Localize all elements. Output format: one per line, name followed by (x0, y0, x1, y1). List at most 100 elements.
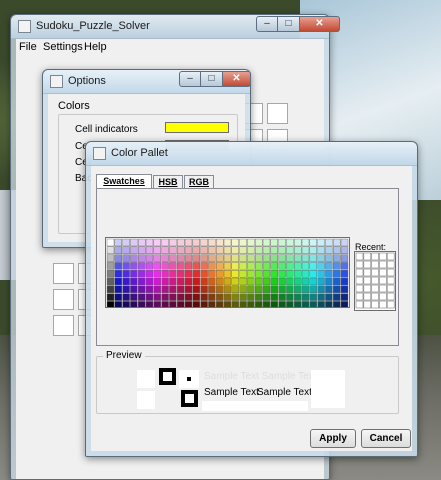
swatch-cell[interactable] (340, 293, 349, 301)
swatch-cell[interactable] (138, 238, 146, 247)
swatch-cell[interactable] (254, 285, 263, 293)
swatch-cell[interactable] (340, 238, 349, 247)
swatch-cell[interactable] (176, 254, 185, 262)
swatch-cell[interactable] (161, 238, 169, 247)
swatch-cell[interactable] (286, 254, 294, 262)
swatch-cell[interactable] (254, 254, 263, 262)
recent-cell[interactable] (371, 284, 379, 293)
tab-swatches[interactable]: Swatches (96, 174, 152, 189)
swatch-cell[interactable] (278, 293, 286, 301)
swatch-cell[interactable] (192, 285, 201, 293)
swatch-cell[interactable] (270, 246, 279, 255)
swatch-cell[interactable] (138, 277, 146, 286)
swatch-cell[interactable] (122, 293, 130, 301)
swatch-cell[interactable] (122, 262, 130, 270)
swatch-cell[interactable] (270, 293, 279, 301)
swatch-cell[interactable] (192, 301, 201, 309)
recent-cell[interactable] (363, 300, 372, 309)
swatch-cell[interactable] (153, 246, 161, 255)
swatch-cell[interactable] (278, 262, 286, 270)
swatch-cell[interactable] (270, 254, 279, 262)
swatch-cell[interactable] (223, 238, 232, 247)
swatch-cell[interactable] (231, 254, 240, 262)
swatch-cell[interactable] (208, 270, 216, 278)
swatch-cell[interactable] (239, 270, 247, 278)
swatch-cell[interactable] (184, 277, 193, 286)
recent-cell[interactable] (379, 292, 387, 301)
swatch-cell[interactable] (301, 293, 310, 301)
swatch-cell[interactable] (278, 246, 286, 255)
swatch-cell[interactable] (293, 254, 302, 262)
swatch-cell[interactable] (176, 301, 185, 309)
recent-cell[interactable] (363, 260, 372, 269)
swatch-cell[interactable] (169, 246, 177, 255)
recent-cell[interactable] (379, 268, 387, 277)
swatch-cell[interactable] (325, 262, 333, 270)
swatch-cell[interactable] (270, 270, 279, 278)
swatch-cell[interactable] (247, 238, 255, 247)
swatch-cell[interactable] (278, 270, 286, 278)
swatch-cell[interactable] (340, 301, 349, 309)
swatch-cell[interactable] (231, 277, 240, 286)
swatch-cell[interactable] (106, 277, 115, 286)
swatch-cell[interactable] (340, 270, 349, 278)
swatch-cell[interactable] (317, 254, 325, 262)
recent-cell[interactable] (355, 292, 364, 301)
swatch-cell[interactable] (215, 238, 224, 247)
swatch-cell[interactable] (138, 285, 146, 293)
swatch-cell[interactable] (145, 285, 154, 293)
swatch-cell[interactable] (161, 285, 169, 293)
swatch-cell[interactable] (301, 285, 310, 293)
swatch-cell[interactable] (309, 277, 318, 286)
swatch-cell[interactable] (293, 270, 302, 278)
swatch-cell[interactable] (153, 293, 161, 301)
recent-cell[interactable] (355, 284, 364, 293)
swatch-cell[interactable] (309, 293, 318, 301)
swatch-cell[interactable] (223, 270, 232, 278)
swatch-cell[interactable] (200, 270, 208, 278)
swatch-cell[interactable] (215, 301, 224, 309)
swatch-cell[interactable] (254, 293, 263, 301)
swatch-cell[interactable] (208, 254, 216, 262)
swatch-cell[interactable] (192, 254, 201, 262)
swatch-cell[interactable] (239, 301, 247, 309)
swatch-cell[interactable] (325, 270, 333, 278)
swatch-cell[interactable] (270, 277, 279, 286)
swatch-cell[interactable] (247, 293, 255, 301)
swatch-cell[interactable] (153, 262, 161, 270)
swatch-cell[interactable] (262, 293, 271, 301)
swatch-cell[interactable] (145, 238, 154, 247)
swatch-cell[interactable] (317, 293, 325, 301)
swatch-cell[interactable] (153, 301, 161, 309)
sudoku-cell[interactable] (53, 289, 74, 310)
swatch-cell[interactable] (106, 262, 115, 270)
swatch-cell[interactable] (223, 254, 232, 262)
swatch-cell[interactable] (138, 262, 146, 270)
swatch-cell[interactable] (208, 246, 216, 255)
swatch-cell[interactable] (153, 285, 161, 293)
swatch-cell[interactable] (293, 262, 302, 270)
swatch-cell[interactable] (278, 238, 286, 247)
swatch-cell[interactable] (114, 246, 123, 255)
maximize-button[interactable]: □ (278, 16, 300, 32)
swatch-cell[interactable] (301, 238, 310, 247)
options-minimize-button[interactable]: – (179, 71, 201, 87)
swatch-cell[interactable] (262, 285, 271, 293)
swatch-cell[interactable] (325, 238, 333, 247)
swatch-cell[interactable] (332, 254, 341, 262)
recent-cell[interactable] (386, 252, 395, 261)
swatch-cell[interactable] (208, 285, 216, 293)
recent-cell[interactable] (379, 260, 387, 269)
swatch-cell[interactable] (309, 254, 318, 262)
swatch-cell[interactable] (145, 270, 154, 278)
swatch-cell[interactable] (106, 246, 115, 255)
recent-cell[interactable] (355, 260, 364, 269)
recent-cell[interactable] (363, 252, 372, 261)
swatch-cell[interactable] (286, 277, 294, 286)
swatch-cell[interactable] (215, 277, 224, 286)
swatch-cell[interactable] (215, 254, 224, 262)
swatch-cell[interactable] (332, 238, 341, 247)
swatch-cell[interactable] (332, 277, 341, 286)
swatch-cell[interactable] (161, 277, 169, 286)
swatch-cell[interactable] (278, 301, 286, 309)
